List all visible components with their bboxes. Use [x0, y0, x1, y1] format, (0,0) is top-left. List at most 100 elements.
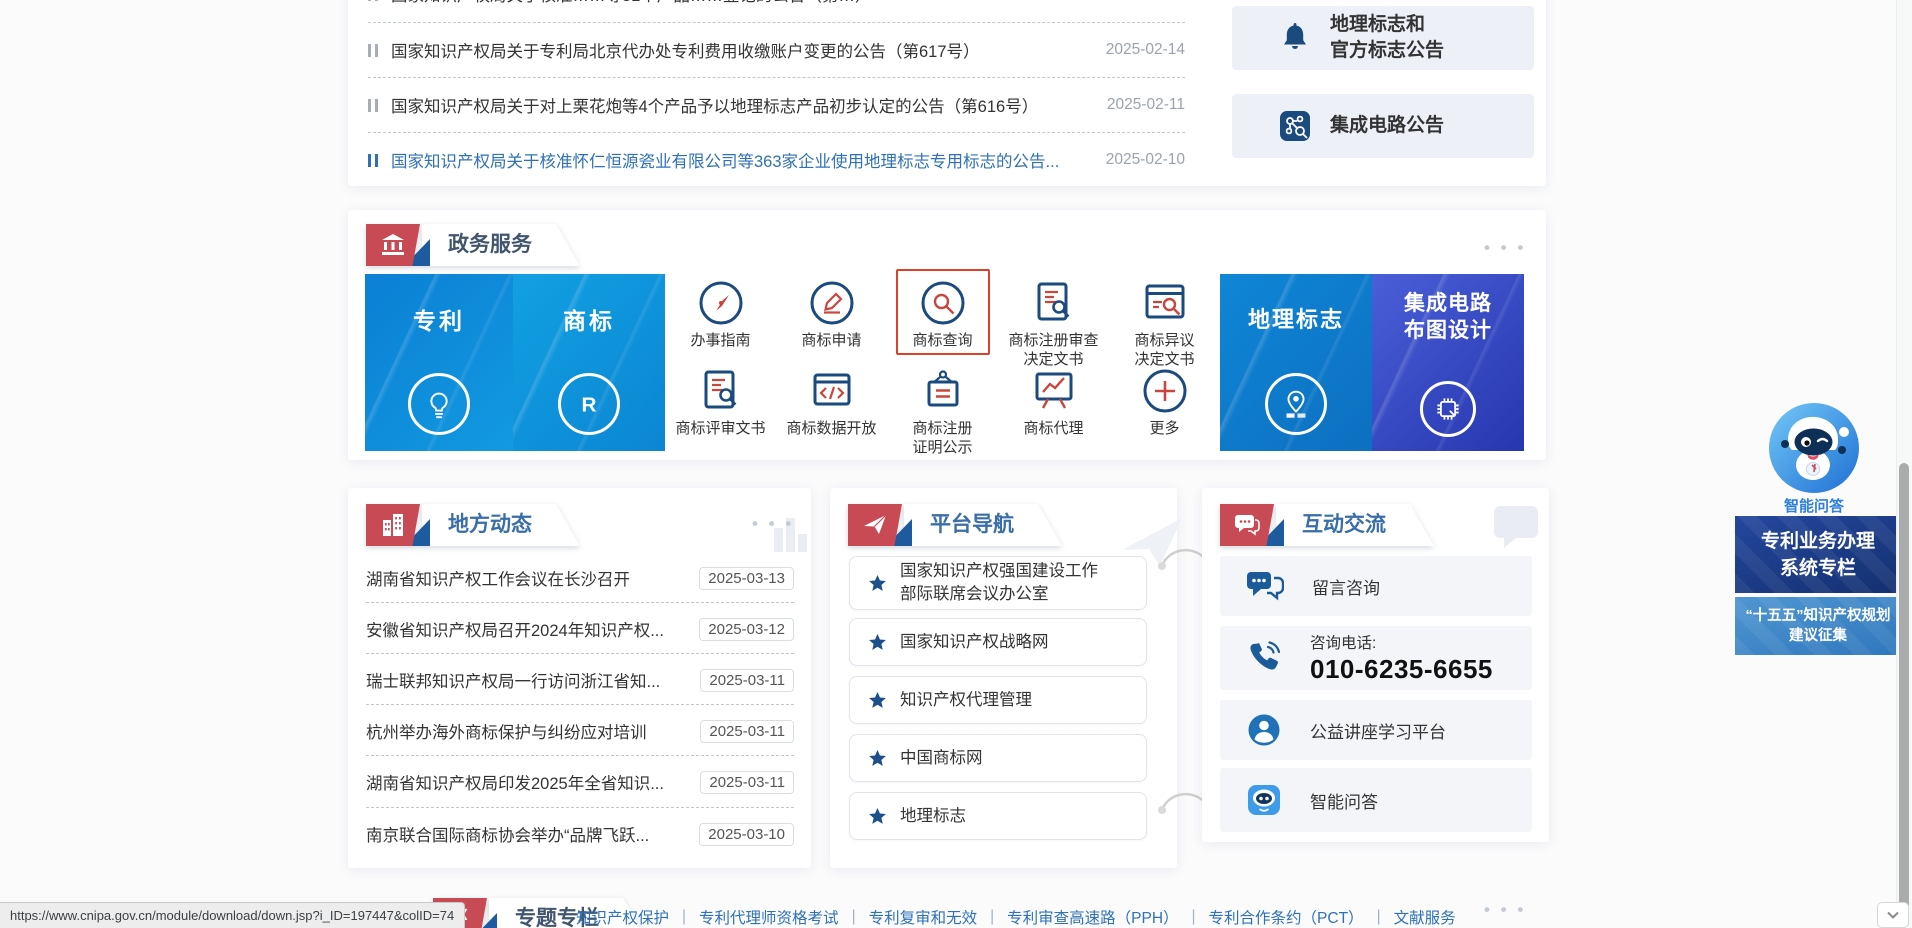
nav-item-label: 中国商标网 [900, 747, 983, 770]
document-search-icon [1031, 280, 1077, 326]
section-title: 互动交流 [1276, 504, 1434, 546]
service-item-registration-review-documents[interactable]: 商标注册审查决定文书 [998, 280, 1109, 369]
news-row[interactable]: 安徽省知识产权局召开2024年知识产权... 2025-03-12 [366, 607, 794, 651]
fifteenth-five-plan-banner[interactable]: “十五五”知识产权规划 建议征集 [1735, 597, 1901, 655]
section-title: 地方动态 [422, 504, 580, 546]
nav-item-geographical-indication[interactable]: 地理标志 [849, 792, 1147, 840]
service-label: 商标申请 [776, 331, 887, 350]
service-item-trademark-agency[interactable]: 商标代理 [998, 368, 1109, 438]
divider [368, 77, 1185, 78]
nav-item-ip-strategy-net[interactable]: 国家知识产权战略网 [849, 618, 1147, 666]
scroll-down-button[interactable] [1877, 902, 1909, 928]
service-item-registration-certificate-publicity[interactable]: 商标注册证明公示 [887, 368, 998, 457]
service-item-opposition-decision-documents[interactable]: 商标异议决定文书 [1109, 280, 1220, 369]
message-consult-item[interactable]: 留言咨询 [1220, 556, 1532, 616]
announcement-row[interactable]: 国家知识产权局关于核准……等31个产品……登记的公告（第…） 2025-02-2… [368, 0, 1185, 16]
announcement-row[interactable]: 国家知识产权局关于专利局北京代办处专利费用收缴账户变更的公告（第617号） 20… [368, 28, 1185, 72]
service-item-guide[interactable]: 办事指南 [665, 280, 776, 350]
item-label: 公益讲座学习平台 [1310, 718, 1446, 743]
news-title[interactable]: 南京联合国际商标协会举办“品牌飞跃... [366, 822, 689, 846]
divider [366, 807, 794, 808]
footer-link[interactable]: 专利审查高速路（PPH） [1007, 906, 1178, 928]
tile-trademark[interactable]: 商标 R [513, 274, 665, 451]
bulb-icon [408, 373, 470, 435]
service-item-trademark-apply[interactable]: 商标申请 [776, 280, 887, 350]
footer-link[interactable]: 专利代理师资格考试 [699, 906, 839, 928]
announcement-row[interactable]: 国家知识产权局关于核准怀仁恒源瓷业有限公司等363家企业使用地理标志专用标志的公… [368, 138, 1185, 182]
footer-link[interactable]: 知识产权保护 [576, 906, 669, 928]
nav-item-china-trademark-net[interactable]: 中国商标网 [849, 734, 1147, 782]
news-row[interactable]: 南京联合国际商标协会举办“品牌飞跃... 2025-03-10 [366, 812, 794, 856]
announcement-title[interactable]: 国家知识产权局关于对上栗花炮等4个产品予以地理标志产品初步认定的公告（第616号… [391, 93, 1089, 117]
local-news-header: 地方动态 [366, 504, 580, 546]
announcement-date: 2025-02-21 [1106, 0, 1185, 3]
mascot-label[interactable]: 智能问答 [1752, 495, 1876, 516]
list-marker-icon [368, 154, 378, 167]
geo-official-sign-announcements-button[interactable]: 地理标志和 官方标志公告 [1232, 6, 1534, 70]
smart-qa-item[interactable]: 智能问答 [1220, 768, 1532, 832]
smart-qa-mascot-button[interactable] [1768, 402, 1860, 494]
person-icon [1246, 712, 1282, 748]
more-dots-button[interactable]: • • • [1484, 238, 1526, 258]
banner-text: “十五五”知识产权规划 [1735, 606, 1901, 626]
footer-links: 知识产权保护 | 专利代理师资格考试 | 专利复审和无效 | 专利审查高速路（P… [576, 906, 1456, 928]
service-item-more[interactable]: 更多 [1109, 368, 1220, 438]
tile-label: 地理标志 [1220, 302, 1372, 334]
list-marker-icon [368, 0, 378, 1]
announcement-title[interactable]: 国家知识产权局关于专利局北京代办处专利费用收缴账户变更的公告（第617号） [391, 38, 1088, 62]
divider [366, 653, 794, 654]
nav-item-agency-management[interactable]: 知识产权代理管理 [849, 676, 1147, 724]
certificate-icon [920, 368, 966, 414]
phone-consult-item[interactable]: 咨询电话: 010-6235-6655 [1220, 626, 1532, 690]
service-label: 商标异议决定文书 [1109, 331, 1220, 369]
bank-icon [366, 224, 420, 266]
announcement-title[interactable]: 国家知识产权局关于核准……等31个产品……登记的公告（第…） [391, 0, 1088, 6]
footer-link[interactable]: 专利复审和无效 [869, 906, 978, 928]
service-item-review-documents[interactable]: 商标评审文书 [665, 368, 776, 438]
tile-ic-layout-design[interactable]: 集成电路 布图设计 [1372, 274, 1524, 451]
news-title[interactable]: 瑞士联邦知识产权局一行访问浙江省知... [366, 668, 690, 692]
announcement-row[interactable]: 国家知识产权局关于对上栗花炮等4个产品予以地理标志产品初步认定的公告（第616号… [368, 83, 1185, 127]
news-row[interactable]: 瑞士联邦知识产权局一行访问浙江省知... 2025-03-11 [366, 658, 794, 702]
lecture-platform-item[interactable]: 公益讲座学习平台 [1220, 700, 1532, 760]
building-icon [366, 504, 420, 546]
news-date: 2025-03-11 [700, 669, 794, 692]
announcement-title[interactable]: 国家知识产权局关于核准怀仁恒源瓷业有限公司等363家企业使用地理标志专用标志的公… [391, 148, 1088, 172]
phone-info: 咨询电话: 010-6235-6655 [1310, 631, 1493, 685]
scrollbar-thumb[interactable] [1899, 463, 1909, 910]
browser-search-icon [1142, 280, 1188, 326]
separator: | [990, 908, 994, 926]
more-dots-button[interactable]: • • • [752, 514, 794, 534]
tile-patent[interactable]: 专利 [365, 274, 513, 451]
news-title[interactable]: 湖南省知识产权局印发2025年全省知识... [366, 770, 690, 794]
compass-icon [698, 280, 744, 326]
list-marker-icon [368, 99, 378, 112]
integrated-circuit-announcements-button[interactable]: 集成电路公告 [1232, 94, 1534, 158]
browser-status-bar: https://www.cnipa.gov.cn/module/download… [0, 902, 465, 928]
chevron-down-icon [1886, 911, 1900, 920]
status-url: https://www.cnipa.gov.cn/module/download… [10, 908, 454, 923]
footer-link[interactable]: 文献服务 [1394, 906, 1456, 928]
news-title[interactable]: 湖南省知识产权工作会议在长沙召开 [366, 566, 689, 590]
star-icon [868, 633, 887, 652]
divider [366, 704, 794, 705]
tile-label: 专利 [365, 302, 513, 336]
platform-nav-header: 平台导航 [848, 504, 1062, 546]
nav-item-strong-ip-office[interactable]: 国家知识产权强国建设工作部际联席会议办公室 [849, 556, 1147, 610]
nav-item-label: 国家知识产权战略网 [900, 631, 1049, 654]
news-row[interactable]: 杭州举办海外商标保护与纠纷应对培训 2025-03-11 [366, 709, 794, 753]
more-dots-button[interactable]: • • • [1484, 900, 1526, 920]
footer-link[interactable]: 专利合作条约（PCT） [1209, 906, 1364, 928]
service-label: 商标数据开放 [776, 419, 887, 438]
news-row[interactable]: 湖南省知识产权工作会议在长沙召开 2025-03-13 [366, 556, 794, 600]
patent-business-system-banner[interactable]: 专利业务办理 系统专栏 [1735, 516, 1901, 593]
service-item-trademark-data-open[interactable]: 商标数据开放 [776, 368, 887, 438]
announcement-date: 2025-02-10 [1106, 151, 1185, 169]
news-title[interactable]: 安徽省知识产权局召开2024年知识产权... [366, 617, 689, 641]
star-icon [868, 574, 887, 593]
news-row[interactable]: 湖南省知识产权局印发2025年全省知识... 2025-03-11 [366, 760, 794, 804]
tile-geographical-indication[interactable]: 地理标志 [1220, 274, 1372, 451]
news-title[interactable]: 杭州举办海外商标保护与纠纷应对培训 [366, 719, 690, 743]
news-date: 2025-03-11 [700, 771, 794, 794]
news-date: 2025-03-13 [699, 567, 794, 590]
